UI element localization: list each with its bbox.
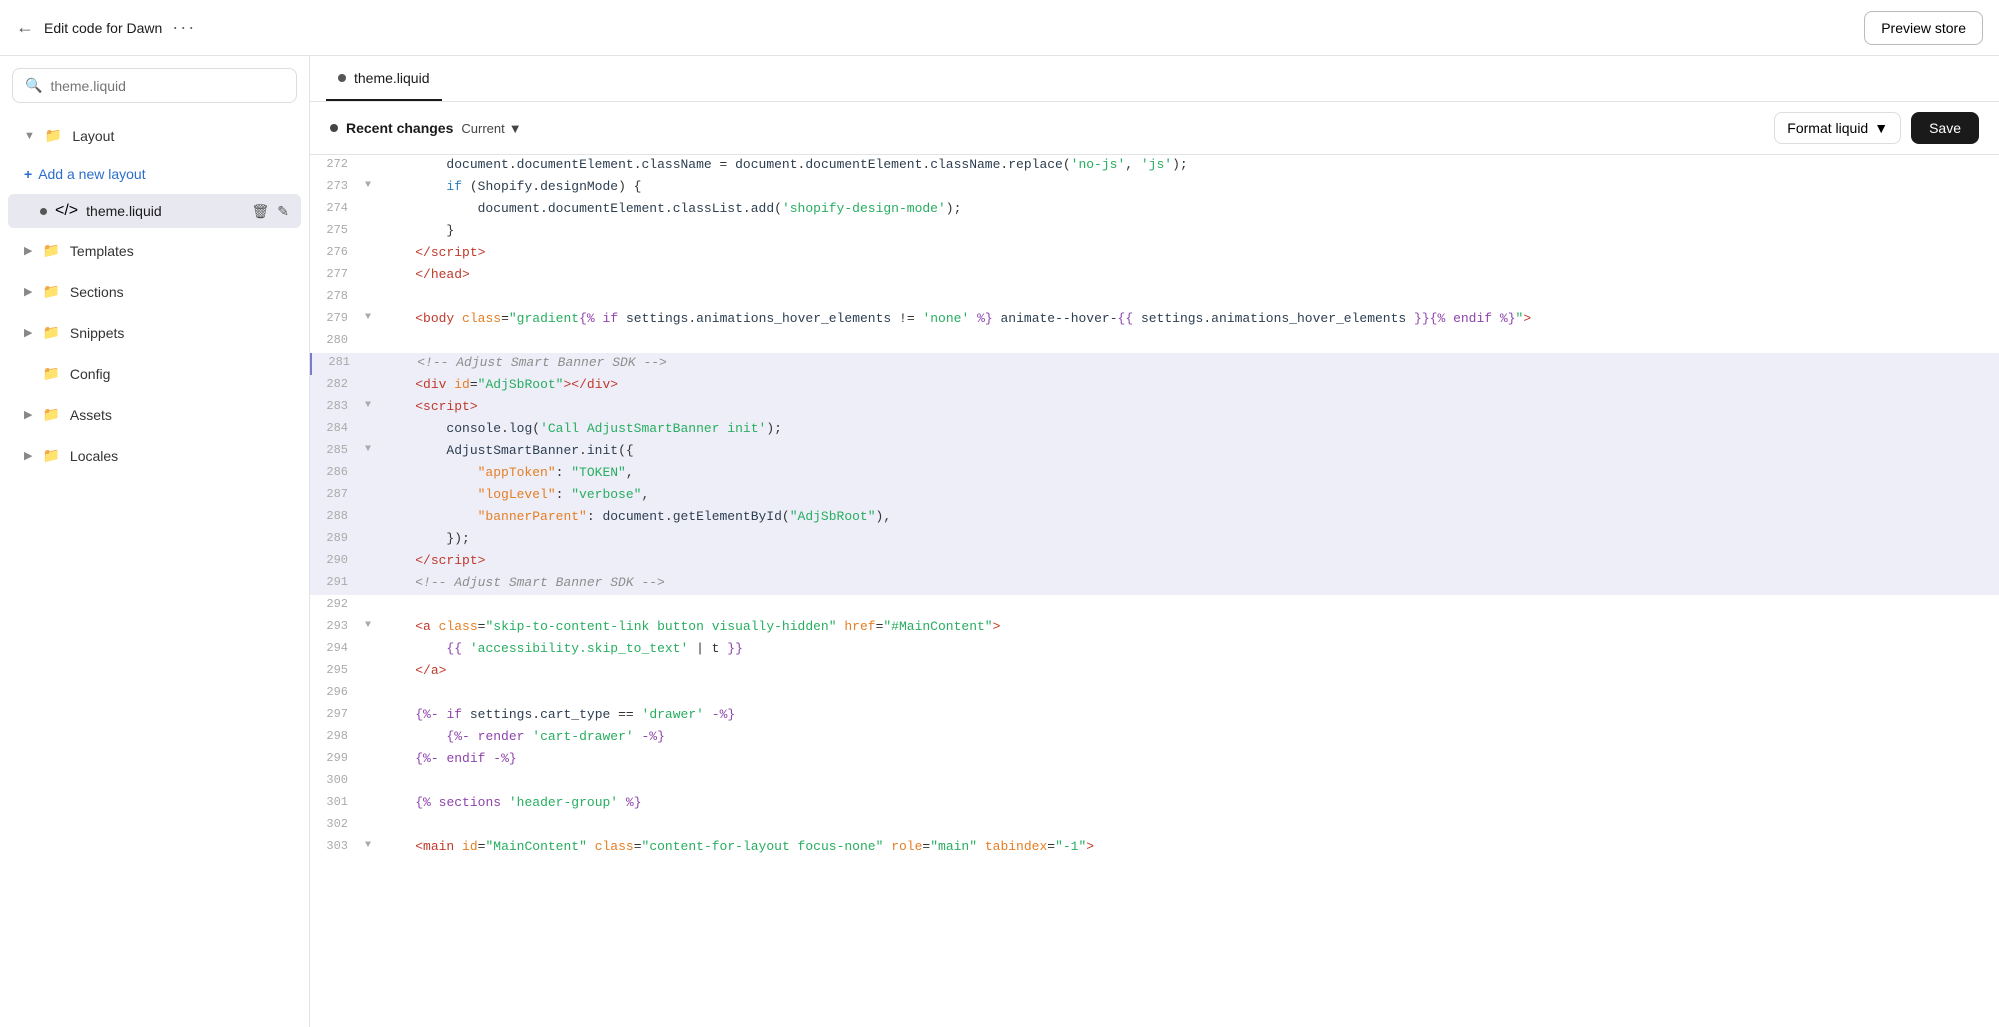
current-label: Current	[461, 121, 504, 136]
delete-file-button[interactable]: 🗑	[251, 203, 269, 220]
topbar: ← Edit code for Dawn ··· Preview store	[0, 0, 1999, 56]
chevron-right-icon: ▶	[24, 449, 32, 462]
changes-left: Recent changes Current ▼	[330, 120, 522, 136]
table-row: 300	[310, 771, 1999, 793]
folder-icon: 📁	[42, 324, 59, 341]
tab-modified-dot	[338, 74, 346, 82]
main-layout: 🔍 ▼ 📁 Layout + Add a new layout </> them…	[0, 56, 1999, 1027]
recent-changes-label: Recent changes	[346, 120, 453, 136]
chevron-right-icon: ▶	[24, 326, 32, 339]
table-row: 289 });	[310, 529, 1999, 551]
tab-label: theme.liquid	[354, 70, 430, 86]
table-row: 284 console.log('Call AdjustSmartBanner …	[310, 419, 1999, 441]
table-row: 301 {% sections 'header-group' %}	[310, 793, 1999, 815]
search-icon: 🔍	[25, 77, 42, 94]
table-row: 290 </script>	[310, 551, 1999, 573]
table-row: 282 <div id="AdjSbRoot"></div>	[310, 375, 1999, 397]
chevron-right-icon: ▶	[24, 244, 32, 257]
folder-icon: 📁	[42, 283, 59, 300]
edit-file-button[interactable]: ✎	[277, 203, 289, 220]
topbar-left: ← Edit code for Dawn ···	[16, 17, 196, 38]
sidebar-item-config[interactable]: ▶ 📁 Config	[8, 355, 301, 392]
search-input[interactable]	[50, 78, 284, 94]
table-row: 295 </a>	[310, 661, 1999, 683]
preview-store-button[interactable]: Preview store	[1864, 11, 1983, 45]
tab-bar: theme.liquid	[310, 56, 1999, 102]
table-row: 299 {%- endif -%}	[310, 749, 1999, 771]
table-row: 294 {{ 'accessibility.skip_to_text' | t …	[310, 639, 1999, 661]
code-editor[interactable]: 272 document.documentElement.className =…	[310, 155, 1999, 1027]
sidebar-item-label: Snippets	[70, 325, 124, 341]
folder-icon: 📁	[42, 365, 59, 382]
save-button[interactable]: Save	[1911, 112, 1979, 144]
table-row: 285 ▼ AdjustSmartBanner.init({	[310, 441, 1999, 463]
file-actions: 🗑 ✎	[251, 203, 289, 220]
sidebar-item-label: Layout	[72, 128, 114, 144]
sidebar-item-assets[interactable]: ▶ 📁 Assets	[8, 396, 301, 433]
format-label: Format liquid	[1787, 120, 1868, 136]
file-item-left: </> theme.liquid	[40, 202, 162, 220]
folder-icon: 📁	[42, 447, 59, 464]
chevron-right-icon: ▶	[24, 408, 32, 421]
table-row: 283 ▼ <script>	[310, 397, 1999, 419]
editor-area: theme.liquid Recent changes Current ▼ Fo…	[310, 56, 1999, 1027]
add-layout-label: Add a new layout	[38, 166, 145, 182]
chevron-down-icon: ▼	[24, 130, 35, 142]
table-row: 296	[310, 683, 1999, 705]
folder-icon: 📁	[42, 406, 59, 423]
sidebar-item-snippets[interactable]: ▶ 📁 Snippets	[8, 314, 301, 351]
plus-icon: +	[24, 166, 32, 182]
format-liquid-button[interactable]: Format liquid ▼	[1774, 112, 1901, 144]
table-row: 277 </head>	[310, 265, 1999, 287]
sidebar-item-label: Locales	[70, 448, 118, 464]
back-icon[interactable]: ←	[16, 17, 34, 38]
table-row: 288 "bannerParent": document.getElementB…	[310, 507, 1999, 529]
table-row: 280	[310, 331, 1999, 353]
code-icon: </>	[55, 202, 78, 220]
sidebar-item-templates[interactable]: ▶ 📁 Templates	[8, 232, 301, 269]
sidebar-item-layout[interactable]: ▼ 📁 Layout	[8, 117, 301, 154]
table-row: 297 {%- if settings.cart_type == 'drawer…	[310, 705, 1999, 727]
table-row: 275 }	[310, 221, 1999, 243]
add-layout-button[interactable]: + Add a new layout	[8, 158, 301, 190]
table-row: 281 <!-- Adjust Smart Banner SDK -->	[310, 353, 1999, 375]
chevron-right-icon: ▶	[24, 285, 32, 298]
sidebar: 🔍 ▼ 📁 Layout + Add a new layout </> them…	[0, 56, 310, 1027]
table-row: 291 <!-- Adjust Smart Banner SDK -->	[310, 573, 1999, 595]
current-chevron-icon: ▼	[509, 121, 522, 136]
file-name: theme.liquid	[86, 203, 162, 219]
table-row: 287 "logLevel": "verbose",	[310, 485, 1999, 507]
changes-right: Format liquid ▼ Save	[1774, 112, 1979, 144]
changes-dot	[330, 124, 338, 132]
sidebar-item-sections[interactable]: ▶ 📁 Sections	[8, 273, 301, 310]
table-row: 303 ▼ <main id="MainContent" class="cont…	[310, 837, 1999, 859]
sidebar-item-label: Templates	[70, 243, 134, 259]
sidebar-item-label: Config	[70, 366, 110, 382]
changes-bar: Recent changes Current ▼ Format liquid ▼…	[310, 102, 1999, 155]
table-row: 292	[310, 595, 1999, 617]
search-box: 🔍	[12, 68, 297, 103]
sidebar-item-locales[interactable]: ▶ 📁 Locales	[8, 437, 301, 474]
table-row: 302	[310, 815, 1999, 837]
table-row: 272 document.documentElement.className =…	[310, 155, 1999, 177]
table-row: 278	[310, 287, 1999, 309]
folder-icon: 📁	[42, 242, 59, 259]
folder-icon: 📁	[45, 127, 62, 144]
page-title: Edit code for Dawn	[44, 20, 162, 36]
file-modified-dot	[40, 208, 47, 215]
table-row: 286 "appToken": "TOKEN",	[310, 463, 1999, 485]
table-row: 274 document.documentElement.classList.a…	[310, 199, 1999, 221]
file-item-theme-liquid[interactable]: </> theme.liquid 🗑 ✎	[8, 194, 301, 228]
table-row: 273 ▼ if (Shopify.designMode) {	[310, 177, 1999, 199]
table-row: 279 ▼ <body class="gradient{% if setting…	[310, 309, 1999, 331]
current-badge[interactable]: Current ▼	[461, 121, 521, 136]
table-row: 293 ▼ <a class="skip-to-content-link but…	[310, 617, 1999, 639]
sidebar-item-label: Assets	[70, 407, 112, 423]
table-row: 298 {%- render 'cart-drawer' -%}	[310, 727, 1999, 749]
sidebar-item-label: Sections	[70, 284, 124, 300]
table-row: 276 </script>	[310, 243, 1999, 265]
tab-theme-liquid[interactable]: theme.liquid	[326, 56, 442, 101]
more-options-button[interactable]: ···	[172, 17, 196, 38]
format-chevron-icon: ▼	[1874, 120, 1888, 136]
